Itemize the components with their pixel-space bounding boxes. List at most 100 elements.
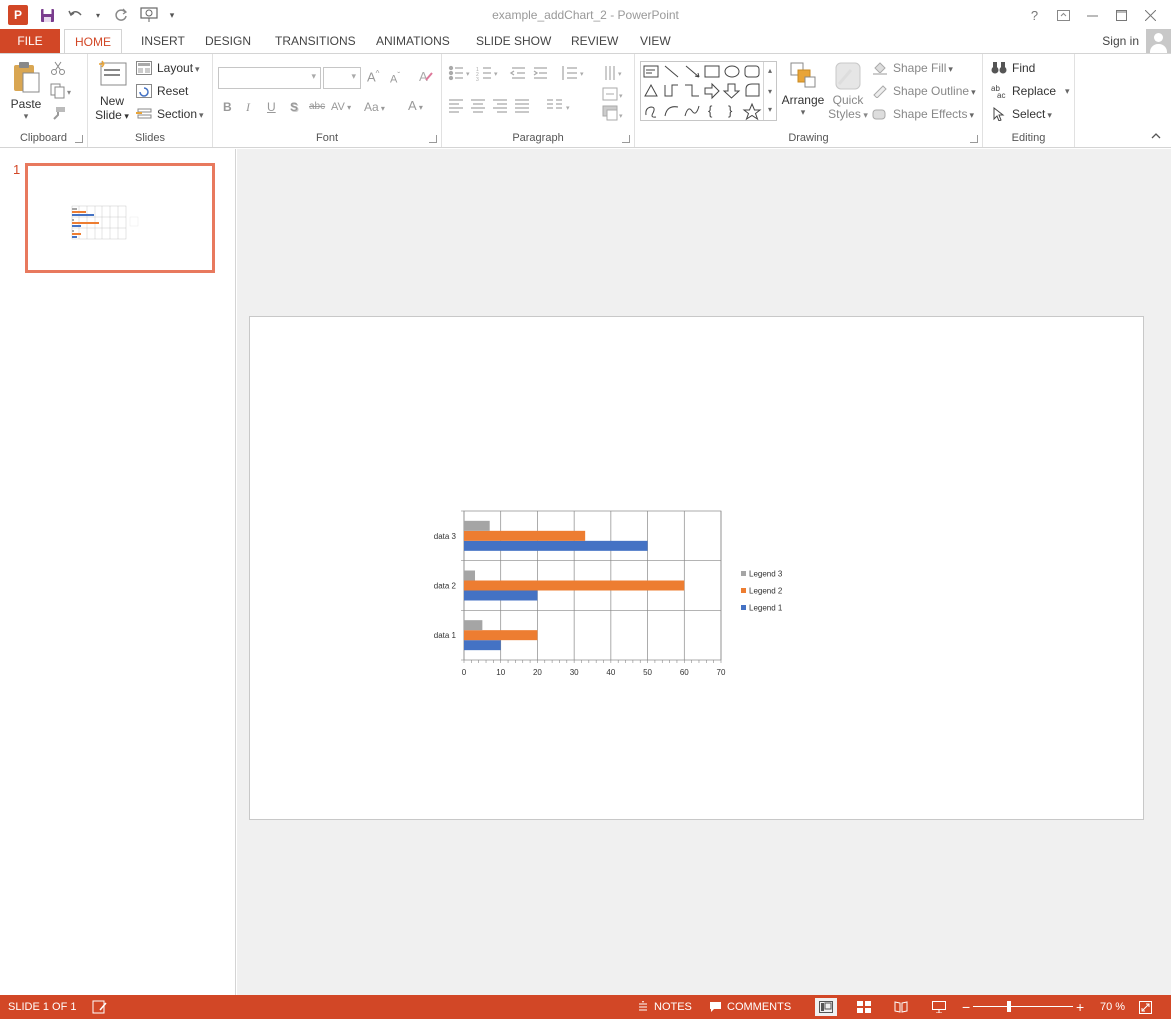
star-shape-icon[interactable] <box>742 102 762 121</box>
shrink-font-button[interactable]: Aˇ <box>390 71 400 86</box>
tab-insert[interactable]: INSERT <box>131 29 195 54</box>
slide-counter[interactable]: SLIDE 1 OF 1 <box>8 995 76 1019</box>
new-slide-button[interactable]: New Slide ▾ <box>92 59 132 122</box>
elbow-connector-shape-icon[interactable] <box>664 84 678 97</box>
bar-chart[interactable]: 0 10 20 30 40 50 60 70 data 1 data 2 data 3 Legend … <box>250 317 1145 821</box>
gallery-more-icon[interactable]: ▾ <box>763 102 776 120</box>
shape-fill-button[interactable]: Shape Fill <box>872 61 953 75</box>
strikethrough-button[interactable]: abc <box>309 101 325 112</box>
sign-in-link[interactable]: Sign in <box>1102 34 1139 48</box>
justify-icon[interactable] <box>515 99 529 113</box>
tab-animations[interactable]: ANIMATIONS <box>366 29 460 54</box>
scribble-shape-icon[interactable] <box>684 105 700 117</box>
shape-effects-button[interactable]: Shape Effects <box>872 107 974 121</box>
zoom-in-icon[interactable]: + <box>1076 995 1084 1019</box>
slide-sorter-view-icon[interactable] <box>853 998 875 1016</box>
down-arrow-shape-icon[interactable] <box>722 83 741 99</box>
slide-thumbnail[interactable] <box>25 163 215 273</box>
font-size-combo[interactable] <box>323 67 361 89</box>
italic-button[interactable]: I <box>246 100 250 115</box>
bullets-icon[interactable] <box>448 65 464 81</box>
left-brace-shape-icon[interactable]: { <box>708 103 713 118</box>
spell-check-icon[interactable] <box>92 995 108 1019</box>
notes-button[interactable]: NOTES <box>637 995 692 1019</box>
font-name-combo[interactable] <box>218 67 321 89</box>
zoom-slider-handle[interactable] <box>1007 1001 1011 1012</box>
tab-file[interactable]: FILE <box>0 29 60 54</box>
elbow-arrow-connector-shape-icon[interactable] <box>685 84 699 97</box>
text-box-shape-icon[interactable] <box>643 65 659 78</box>
reset-button[interactable]: Reset <box>136 84 188 98</box>
collapse-ribbon-icon[interactable] <box>1151 131 1161 143</box>
tab-slide-show[interactable]: SLIDE SHOW <box>466 29 561 54</box>
format-painter-button[interactable] <box>50 106 66 122</box>
arrange-button[interactable]: Arrange ▾ <box>779 60 827 118</box>
oval-shape-icon[interactable] <box>724 65 740 78</box>
reading-view-icon[interactable] <box>890 998 912 1016</box>
line-shape-icon[interactable] <box>664 65 679 78</box>
bold-button[interactable]: B <box>223 100 232 114</box>
quick-styles-button[interactable]: Quick Styles ▾ <box>828 60 868 121</box>
section-button[interactable]: Section <box>136 107 204 121</box>
rectangle-shape-icon[interactable] <box>704 65 720 78</box>
underline-button[interactable]: U <box>267 100 276 114</box>
comments-button[interactable]: COMMENTS <box>709 995 791 1019</box>
minimize-icon[interactable] <box>1078 4 1107 26</box>
font-launcher-icon[interactable] <box>429 135 437 143</box>
curve-shape-icon[interactable] <box>664 106 679 117</box>
avatar[interactable] <box>1146 29 1171 54</box>
align-right-icon[interactable] <box>493 99 507 113</box>
increase-indent-icon[interactable] <box>533 67 547 79</box>
tab-review[interactable]: REVIEW <box>561 29 628 54</box>
rounded-rectangle-shape-icon[interactable] <box>744 65 760 78</box>
font-color-button[interactable]: A ▾ <box>408 98 423 113</box>
fit-slide-to-window-icon[interactable] <box>1139 995 1152 1019</box>
drawing-launcher-icon[interactable] <box>970 135 978 143</box>
tab-home[interactable]: HOME <box>64 29 122 55</box>
slide-show-view-icon[interactable] <box>928 998 950 1016</box>
align-center-icon[interactable] <box>471 99 485 113</box>
columns-icon[interactable] <box>547 99 562 109</box>
zoom-out-icon[interactable]: − <box>962 995 970 1019</box>
align-text-icon[interactable] <box>602 87 618 101</box>
copy-button[interactable]: ▾ <box>50 83 72 99</box>
right-brace-shape-icon[interactable]: } <box>728 103 733 118</box>
decrease-indent-icon[interactable] <box>509 67 525 79</box>
shape-outline-button[interactable]: Shape Outline <box>872 84 976 98</box>
zoom-level[interactable]: 70 % <box>1100 995 1125 1019</box>
grow-font-button[interactable]: A^ <box>367 69 379 84</box>
find-button[interactable]: Find <box>991 61 1035 75</box>
select-button[interactable]: Select <box>991 107 1052 121</box>
close-icon[interactable] <box>1136 4 1165 26</box>
line-spacing-icon[interactable] <box>562 66 577 80</box>
convert-to-smartart-icon[interactable] <box>602 105 618 121</box>
tab-design[interactable]: DESIGN <box>195 29 261 54</box>
numbering-icon[interactable] <box>483 67 491 79</box>
tab-view[interactable]: VIEW <box>630 29 681 54</box>
arrow-line-shape-icon[interactable] <box>685 65 700 78</box>
layout-button[interactable]: Layout <box>136 61 200 75</box>
maximize-icon[interactable] <box>1107 4 1136 26</box>
help-icon[interactable]: ? <box>1020 4 1049 26</box>
slide[interactable]: 0 10 20 30 40 50 60 70 data 1 data 2 data 3 Legend … <box>249 316 1144 820</box>
shapes-gallery[interactable]: { } ▴ ▾ ▾ <box>640 61 777 121</box>
align-left-icon[interactable] <box>449 99 463 113</box>
zoom-slider[interactable] <box>973 1006 1073 1007</box>
gallery-scroll-up-icon[interactable]: ▴ <box>763 62 776 82</box>
change-case-button[interactable]: Aa ▾ <box>364 100 385 114</box>
clear-formatting-icon[interactable]: A <box>418 68 434 87</box>
replace-button[interactable]: ab ac Replace ▾ <box>991 84 1070 98</box>
character-spacing-button[interactable]: AV ▾ <box>331 99 351 113</box>
paragraph-launcher-icon[interactable] <box>622 135 630 143</box>
text-direction-icon[interactable] <box>605 66 615 80</box>
normal-view-icon[interactable] <box>815 998 837 1016</box>
gallery-scroll-down-icon[interactable]: ▾ <box>763 82 776 102</box>
shadow-button[interactable]: S <box>290 100 298 114</box>
cut-button[interactable] <box>50 60 66 76</box>
ribbon-display-options-icon[interactable] <box>1049 4 1078 26</box>
right-arrow-shape-icon[interactable] <box>704 82 720 100</box>
triangle-shape-icon[interactable] <box>644 83 658 97</box>
clipboard-launcher-icon[interactable] <box>75 135 83 143</box>
paste-button[interactable]: Paste ▾ <box>8 60 44 122</box>
freeform-shape-icon[interactable] <box>645 106 657 118</box>
